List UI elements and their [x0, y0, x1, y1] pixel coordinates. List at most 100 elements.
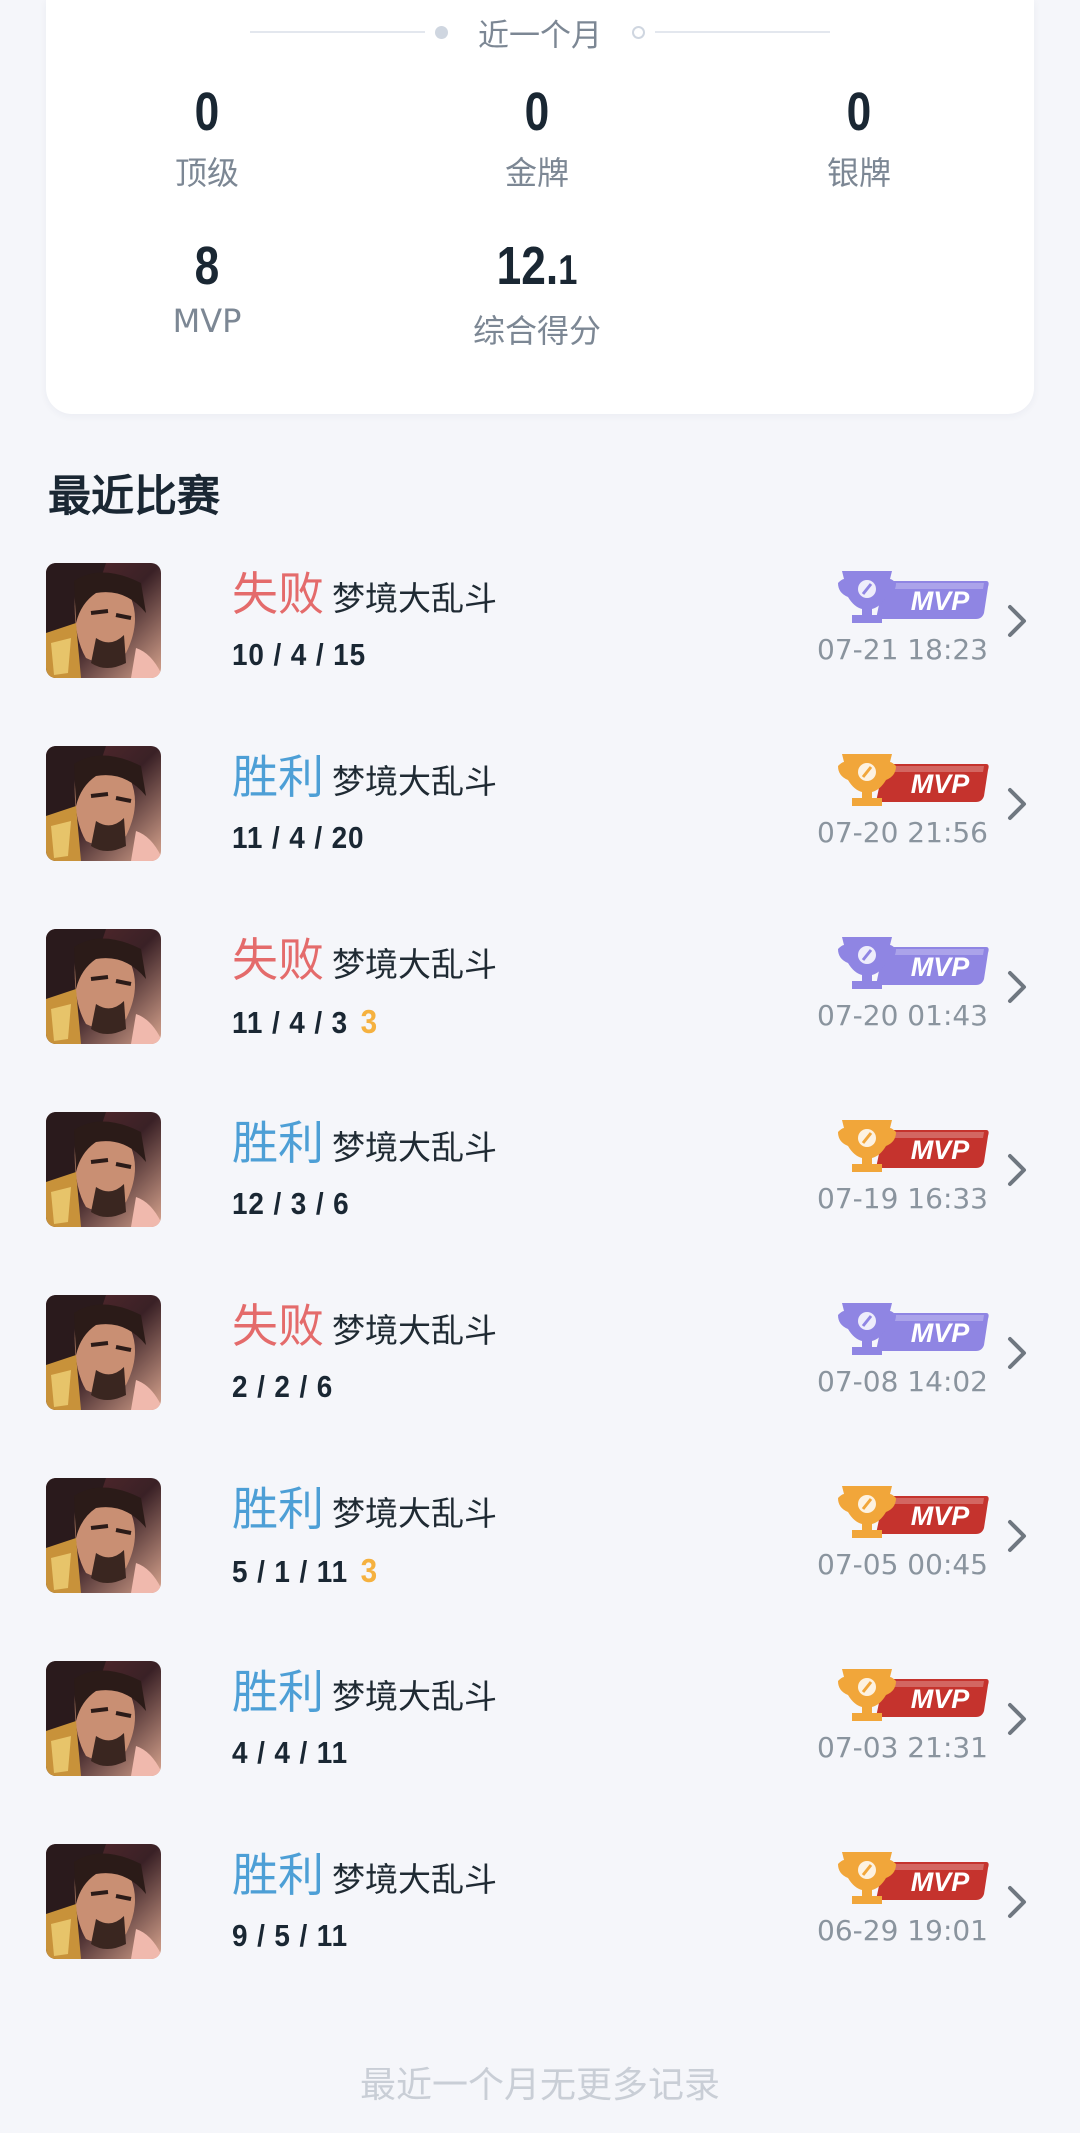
- stat-silver: 0 银牌: [698, 82, 1020, 194]
- hero-portrait-icon: [46, 746, 161, 861]
- dot-icon: [435, 25, 448, 39]
- match-time: 06-29 19:01: [817, 1914, 988, 1947]
- game-mode: 梦境大乱斗: [332, 1860, 497, 1899]
- kda-text: 9 / 5 / 11: [232, 1918, 349, 1953]
- match-result: 胜利: [232, 1848, 324, 1902]
- match-time: 07-08 14:02: [817, 1365, 988, 1398]
- no-more-records: 最近一个月无更多记录: [359, 2065, 720, 2106]
- chevron-right-icon[interactable]: [1004, 1150, 1030, 1190]
- game-mode: 梦境大乱斗: [332, 1494, 497, 1533]
- kda-text: 4 / 4 / 11: [232, 1735, 349, 1770]
- stat-value: 0: [194, 82, 220, 142]
- match-time: 07-20 01:43: [817, 999, 988, 1032]
- trophy-mvp-icon: MVP: [836, 1301, 990, 1357]
- chevron-right-icon[interactable]: [1004, 967, 1030, 1007]
- match-row[interactable]: 失败 梦境大乱斗 2 / 2 / 6 MVP 07-08 14:02: [0, 1295, 1080, 1435]
- chevron-right-icon[interactable]: [1004, 1699, 1030, 1739]
- hero-portrait-icon: [46, 1844, 161, 1959]
- match-result: 胜利: [232, 750, 324, 804]
- match-row[interactable]: 失败 梦境大乱斗 11 / 4 / 3 3 MVP 07-20 01:43: [0, 929, 1080, 1069]
- score-main: 12.: [496, 236, 559, 296]
- mvp-label: MVP: [910, 1867, 970, 1897]
- stat-value: 0: [846, 82, 872, 142]
- score-decimal: 1: [558, 246, 578, 293]
- game-mode: 梦境大乱斗: [332, 762, 497, 801]
- kda-text: 11 / 4 / 3: [232, 1005, 349, 1040]
- multikill-badge: 3: [360, 1003, 379, 1040]
- stat-value: 12.1: [405, 236, 669, 300]
- game-mode: 梦境大乱斗: [332, 1128, 497, 1167]
- stat-label: 银牌: [826, 154, 891, 192]
- mvp-label: MVP: [910, 1318, 970, 1348]
- match-time: 07-20 21:56: [817, 816, 988, 849]
- kda-text: 12 / 3 / 6: [232, 1186, 350, 1221]
- stat-label: 综合得分: [472, 312, 601, 350]
- game-mode: 梦境大乱斗: [332, 1677, 497, 1716]
- trophy-mvp-icon: MVP: [836, 1667, 990, 1723]
- kda-text: 11 / 4 / 20: [232, 820, 365, 855]
- kda: 9 / 5 / 11: [232, 1918, 348, 1954]
- stat-value: 8: [194, 236, 220, 296]
- kda: 10 / 4 / 15: [232, 637, 366, 673]
- match-result: 胜利: [232, 1116, 324, 1170]
- match-row[interactable]: 胜利 梦境大乱斗 11 / 4 / 20 MVP 07-20 21:56: [0, 746, 1080, 886]
- match-row[interactable]: 失败 梦境大乱斗 10 / 4 / 15 MVP 07-21 18:23: [0, 563, 1080, 703]
- stats-card: 近一个月 0 顶级 0 金牌 0 银牌 8 MVP 12.1 综合得分: [46, 0, 1034, 414]
- kda: 2 / 2 / 6: [232, 1369, 333, 1405]
- stat-gold: 0 金牌: [376, 82, 698, 194]
- hero-portrait-icon: [46, 929, 161, 1044]
- match-time: 07-19 16:33: [817, 1182, 988, 1215]
- kda: 12 / 3 / 6: [232, 1186, 350, 1222]
- divider: [655, 31, 830, 33]
- match-row[interactable]: 胜利 梦境大乱斗 4 / 4 / 11 MVP 07-03 21:31: [0, 1661, 1080, 1801]
- chevron-right-icon[interactable]: [1004, 1516, 1030, 1556]
- divider: [250, 31, 425, 33]
- match-result: 失败: [232, 567, 324, 621]
- chevron-right-icon[interactable]: [1004, 784, 1030, 824]
- kda-text: 5 / 1 / 11: [232, 1554, 349, 1589]
- section-title: 最近比赛: [48, 472, 220, 522]
- mvp-label: MVP: [910, 1684, 970, 1714]
- stat-top: 0 顶级: [46, 82, 368, 194]
- hero-portrait-icon: [46, 1112, 161, 1227]
- kda: 4 / 4 / 11: [232, 1735, 348, 1771]
- mvp-label: MVP: [910, 586, 970, 616]
- match-result: 失败: [232, 933, 324, 987]
- match-result: 胜利: [232, 1665, 324, 1719]
- mvp-label: MVP: [910, 952, 970, 982]
- stat-label: 金牌: [504, 154, 569, 192]
- kda: 11 / 4 / 20: [232, 820, 364, 856]
- hero-portrait-icon: [46, 563, 161, 678]
- match-time: 07-21 18:23: [817, 633, 988, 666]
- hero-portrait-icon: [46, 1661, 161, 1776]
- mvp-label: MVP: [910, 769, 970, 799]
- period-label: 近一个月: [478, 17, 602, 54]
- match-row[interactable]: 胜利 梦境大乱斗 12 / 3 / 6 MVP 07-19 16:33: [0, 1112, 1080, 1252]
- chevron-right-icon[interactable]: [1004, 601, 1030, 641]
- stat-label: MVP: [172, 302, 242, 340]
- trophy-mvp-icon: MVP: [836, 1484, 990, 1540]
- chevron-right-icon[interactable]: [1004, 1333, 1030, 1373]
- multikill-badge: 3: [360, 1552, 379, 1589]
- mvp-label: MVP: [910, 1501, 970, 1531]
- stat-value: 0: [524, 82, 550, 142]
- match-time: 07-03 21:31: [817, 1731, 988, 1764]
- match-result: 失败: [232, 1299, 324, 1353]
- trophy-mvp-icon: MVP: [836, 1118, 990, 1174]
- stat-score: 12.1 综合得分: [376, 236, 698, 352]
- stat-mvp: 8 MVP: [46, 236, 368, 340]
- trophy-mvp-icon: MVP: [836, 752, 990, 808]
- match-time: 07-05 00:45: [817, 1548, 988, 1581]
- match-row[interactable]: 胜利 梦境大乱斗 9 / 5 / 11 MVP 06-29 19:01: [0, 1844, 1080, 1984]
- period-header: 近一个月: [46, 8, 1034, 56]
- mvp-label: MVP: [910, 1135, 970, 1165]
- dot-icon: [632, 25, 645, 39]
- hero-portrait-icon: [46, 1478, 161, 1593]
- match-row[interactable]: 胜利 梦境大乱斗 5 / 1 / 11 3 MVP 07-05 00:45: [0, 1478, 1080, 1618]
- game-mode: 梦境大乱斗: [332, 579, 497, 618]
- kda-text: 10 / 4 / 15: [232, 637, 367, 672]
- chevron-right-icon[interactable]: [1004, 1882, 1030, 1922]
- hero-portrait-icon: [46, 1295, 161, 1410]
- trophy-mvp-icon: MVP: [836, 935, 990, 991]
- kda: 11 / 4 / 3 3: [232, 1003, 378, 1041]
